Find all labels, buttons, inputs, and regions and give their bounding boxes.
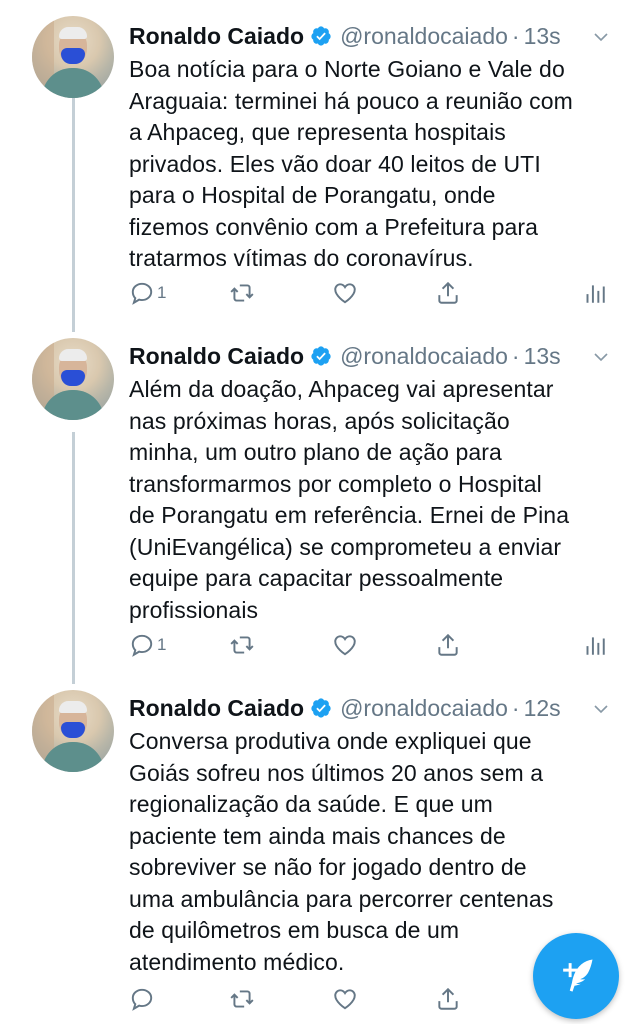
analytics-icon [586, 285, 605, 303]
like-button[interactable] [332, 278, 358, 308]
separator-dot: · [511, 22, 520, 49]
timestamp[interactable]: 13s [524, 343, 561, 370]
reply-icon [131, 634, 153, 657]
reply-button[interactable] [129, 984, 157, 1014]
heart-icon [334, 989, 356, 1010]
separator-dot: · [511, 342, 520, 369]
like-button[interactable] [332, 984, 358, 1014]
retweet-icon [230, 990, 254, 1008]
retweet-icon [230, 284, 254, 302]
share-icon [438, 987, 458, 1010]
compose-tweet-button[interactable] [533, 933, 619, 1019]
author-name[interactable]: Ronaldo Caiado [129, 343, 304, 370]
retweet-button[interactable] [229, 278, 255, 308]
chevron-down-icon[interactable] [592, 28, 610, 46]
verified-badge-icon [311, 698, 331, 718]
tweet-actions: 1 [129, 630, 609, 660]
reply-count: 1 [157, 283, 167, 302]
timestamp[interactable]: 12s [524, 695, 561, 722]
like-button[interactable] [332, 630, 358, 660]
reply-count: 1 [157, 635, 167, 654]
tweet[interactable]: Ronaldo Caiado @ronaldocaiado · 13s Boa … [0, 12, 638, 312]
retweet-icon [230, 636, 254, 654]
author-name[interactable]: Ronaldo Caiado [129, 23, 304, 50]
reply-icon [131, 988, 153, 1011]
retweet-button[interactable] [229, 984, 255, 1014]
analytics-button[interactable] [581, 278, 607, 308]
chevron-down-icon[interactable] [592, 700, 610, 718]
reply-button[interactable]: 1 [129, 630, 166, 660]
author-handle[interactable]: @ronaldocaiado [340, 343, 508, 370]
share-icon [438, 281, 458, 304]
separator-dot: · [511, 694, 520, 721]
verified-badge-icon [311, 346, 331, 366]
share-button[interactable] [435, 984, 461, 1014]
heart-icon [334, 635, 356, 656]
author-handle[interactable]: @ronaldocaiado [340, 23, 508, 50]
analytics-icon [586, 637, 605, 655]
tweet-text: Boa notícia para o Norte Goiano e Vale d… [129, 56, 573, 271]
analytics-button[interactable] [581, 630, 607, 660]
avatar[interactable] [32, 690, 114, 772]
tweet-text: Conversa produtiva onde expliquei que Go… [129, 728, 554, 975]
chevron-down-icon[interactable] [592, 348, 610, 366]
timestamp[interactable]: 13s [524, 23, 561, 50]
avatar[interactable] [32, 16, 114, 98]
tweet-text: Além da doação, Ahpaceg vai apresentar n… [129, 376, 570, 623]
tweet-header: Ronaldo Caiado @ronaldocaiado · 12s [129, 692, 618, 724]
tweet-header: Ronaldo Caiado @ronaldocaiado · 13s [129, 340, 618, 372]
author-name[interactable]: Ronaldo Caiado [129, 695, 304, 722]
verified-badge-icon [311, 26, 331, 46]
author-handle[interactable]: @ronaldocaiado [340, 695, 508, 722]
heart-icon [334, 283, 356, 304]
share-button[interactable] [435, 630, 461, 660]
share-button[interactable] [435, 278, 461, 308]
retweet-button[interactable] [229, 630, 255, 660]
share-icon [438, 633, 458, 656]
tweet-header: Ronaldo Caiado @ronaldocaiado · 13s [129, 20, 618, 52]
reply-button[interactable]: 1 [129, 278, 166, 308]
compose-tweet-icon [563, 959, 593, 992]
reply-icon [131, 282, 153, 305]
tweet[interactable]: Ronaldo Caiado @ronaldocaiado · 13s Além… [0, 332, 638, 662]
tweet-actions: 1 [129, 278, 609, 308]
avatar[interactable] [32, 338, 114, 420]
